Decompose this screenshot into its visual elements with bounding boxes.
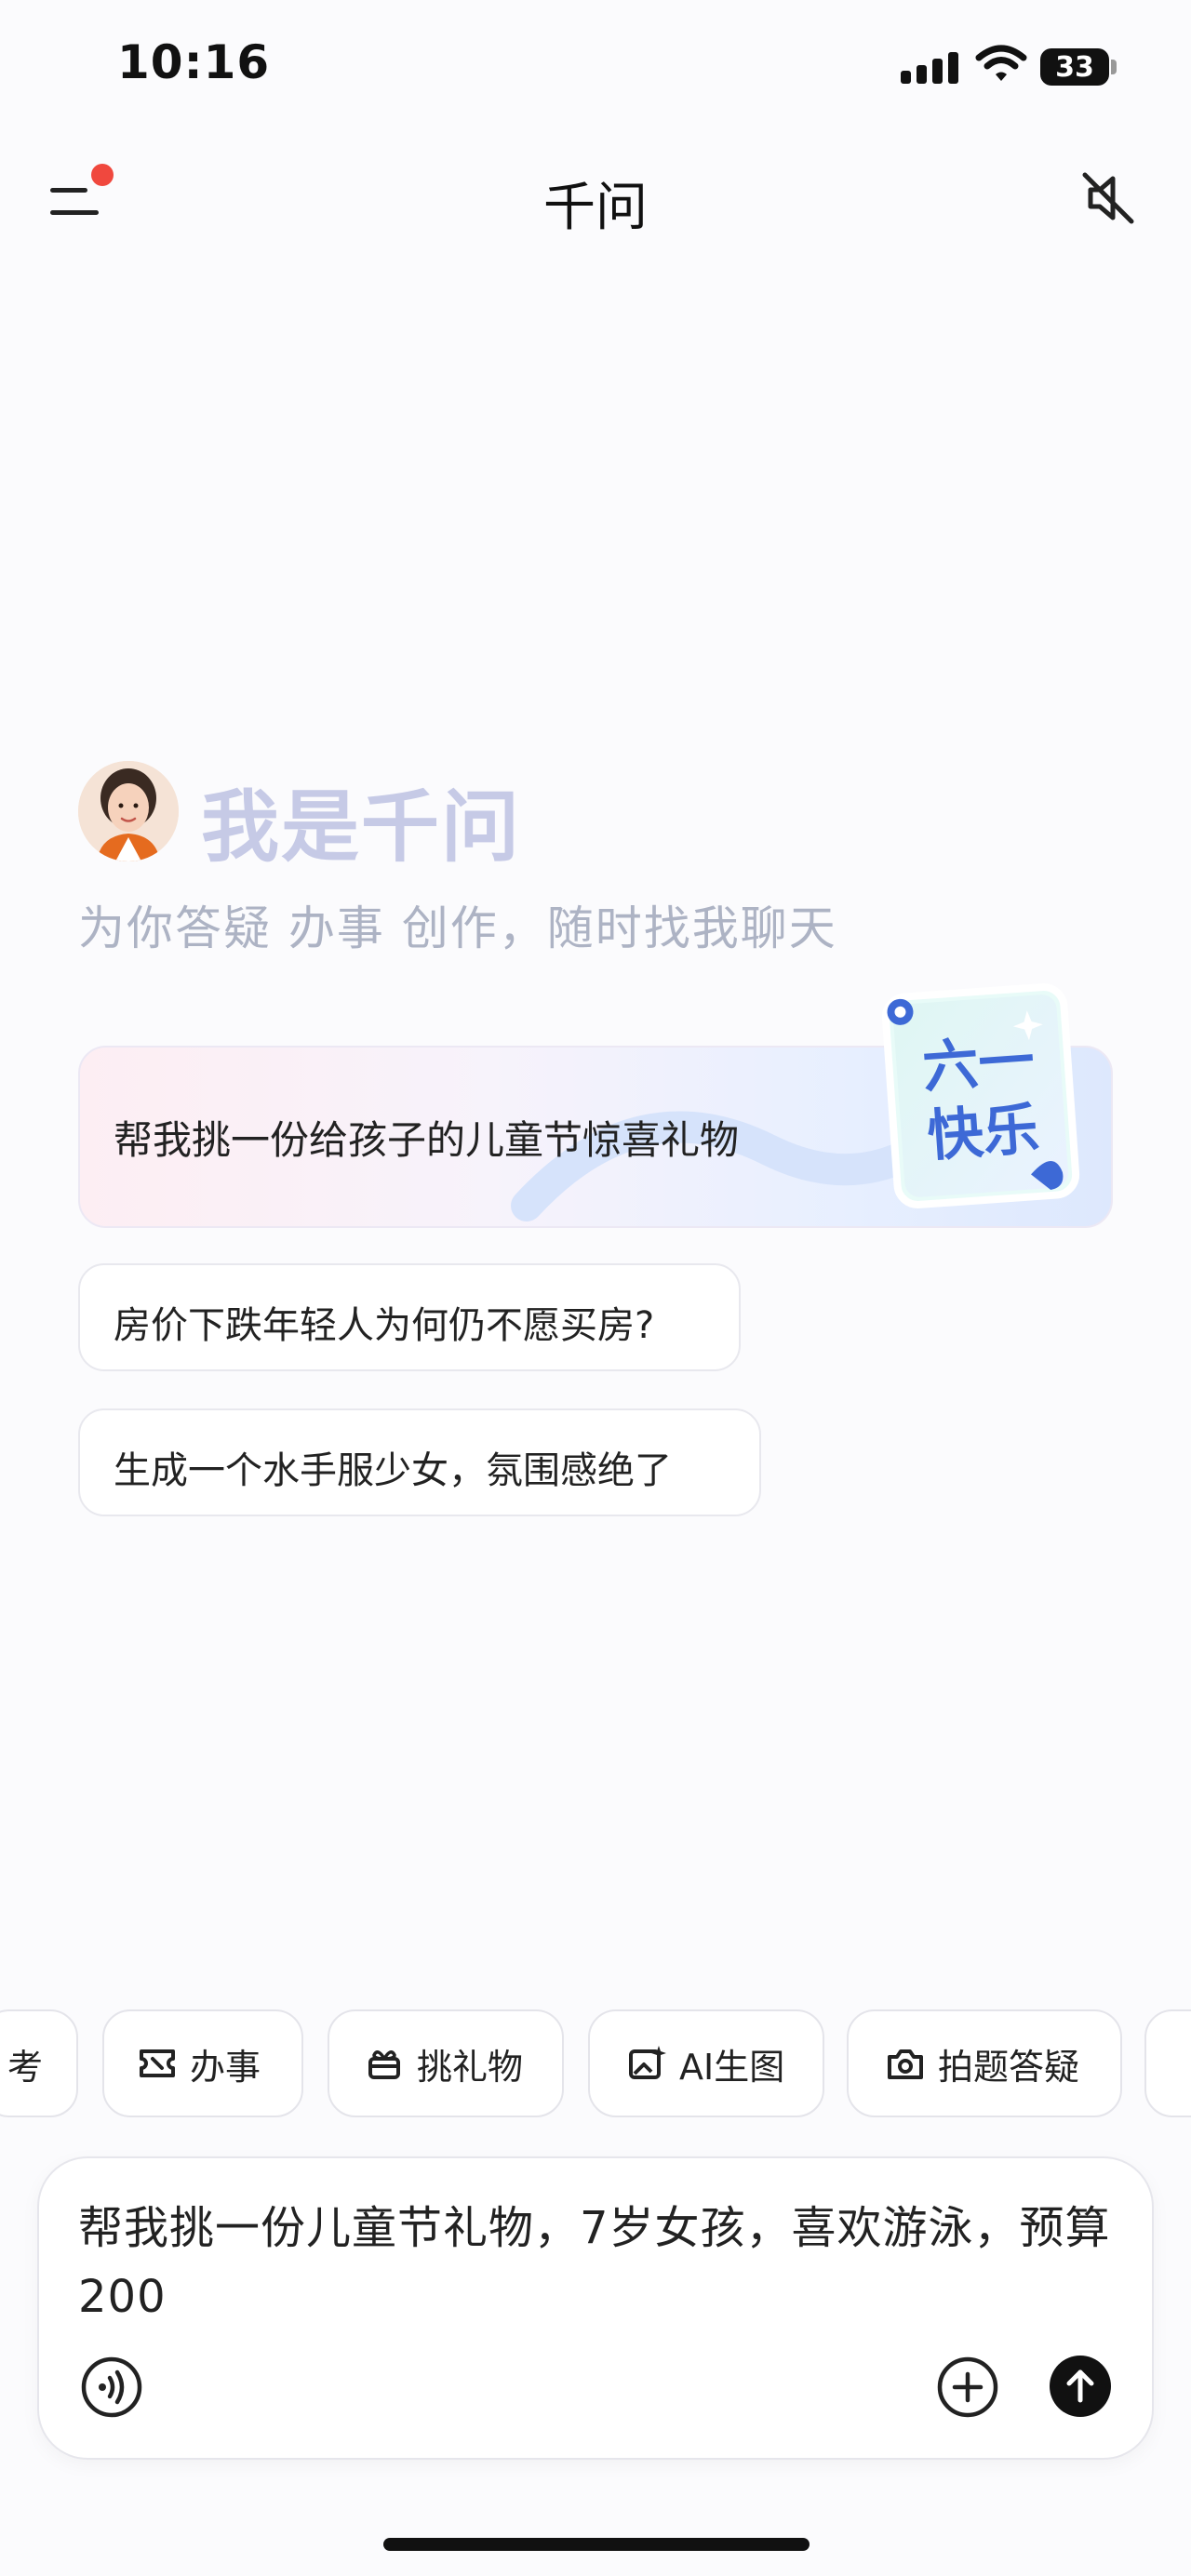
- gift-icon: [368, 2050, 400, 2079]
- chip-label: 考: [7, 2046, 44, 2088]
- suggestion-text: 房价下跌年轻人为何仍不愿买房?: [114, 1304, 655, 1347]
- chip-label: 挑礼物: [417, 2046, 524, 2088]
- battery-tip: [1111, 60, 1117, 74]
- chip-more[interactable]: [1144, 2009, 1191, 2117]
- chip-photo-question[interactable]: 拍题答疑: [847, 2009, 1122, 2117]
- page-title: 千问: [543, 178, 648, 238]
- chip-ai-image[interactable]: AI生图: [588, 2009, 824, 2117]
- camera-icon: [888, 2049, 923, 2079]
- hero-subtitle: 为你答疑 办事 创作，随时找我聊天: [78, 901, 837, 955]
- send-button[interactable]: [1050, 2356, 1111, 2417]
- chip-label: 拍题答疑: [938, 2046, 1080, 2088]
- status-time: 10:16: [117, 35, 271, 89]
- home-indicator: [383, 2538, 810, 2551]
- cellular-signal-icon: [901, 50, 958, 84]
- wifi-icon: [975, 45, 1027, 81]
- avatar: [78, 761, 179, 861]
- speaker-muted-icon[interactable]: [1077, 167, 1139, 229]
- festival-badge-line1: 六一: [920, 1028, 1037, 1101]
- chip-label: AI生图: [679, 2046, 785, 2088]
- plus-circle-icon[interactable]: [936, 2356, 999, 2419]
- chip-label: 办事: [190, 2046, 261, 2088]
- suggestion-text: 帮我挑一份给孩子的儿童节惊喜礼物: [114, 1117, 740, 1163]
- ticket-icon: [140, 2049, 175, 2077]
- chat-input[interactable]: 帮我挑一份儿童节礼物，7岁女孩，喜欢游泳，预算200: [78, 2194, 1120, 2331]
- voice-icon[interactable]: [80, 2356, 143, 2419]
- send-arrow-icon: [1066, 2369, 1094, 2403]
- chip-gift[interactable]: 挑礼物: [328, 2009, 564, 2117]
- battery-icon: 33: [1040, 48, 1109, 86]
- image-sparkle-icon: [629, 2046, 666, 2079]
- festival-badge-line2: 快乐: [925, 1097, 1041, 1169]
- battery-level: 33: [1055, 50, 1094, 84]
- suggestion-text: 生成一个水手服少女，氛围感绝了: [114, 1449, 672, 1492]
- festival-badge-icon: 六一 快乐: [881, 983, 1080, 1208]
- chip-exam[interactable]: 考: [0, 2009, 78, 2117]
- chip-tasks[interactable]: 办事: [102, 2009, 303, 2117]
- hero-title: 我是千问: [201, 781, 522, 873]
